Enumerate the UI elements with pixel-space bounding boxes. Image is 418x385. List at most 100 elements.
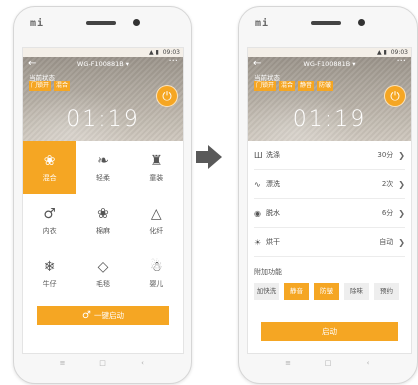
mode-tile-underwear[interactable]: ♂ 内衣 [23,194,76,247]
home-nav-icon[interactable]: □ [308,359,348,367]
speaker-grille [311,21,341,25]
jeans-icon: ❄ [43,259,56,275]
underwear-icon: ♂ [43,206,56,222]
mode-label: 轻柔 [95,174,110,182]
settings-row-rinse[interactable]: ∿ 漂洗 2次 ❯ [254,170,405,199]
mode-tile-gentle[interactable]: ❧ 轻柔 [76,141,129,194]
left-phone: mi ▲ ▮ 09:03 ← WG-F100881B ▾ ··· 当前状态 门锁… [13,6,192,384]
more-options-icon[interactable]: ··· [168,56,178,67]
mode-label: 棉麻 [95,227,110,235]
status-bar: ▲ ▮ 09:03 [23,48,183,57]
mode-label: 内衣 [42,227,57,235]
state-chip: 混合 [54,81,71,91]
menu-nav-icon[interactable]: ≡ [268,359,308,367]
additional-functions-title: 附加功能 [254,268,282,276]
setting-value: 30分 [377,151,394,159]
mode-label: 混合 [42,174,57,182]
header-panel: ← WG-F100881B ▾ ··· 当前状态 门锁开 混合 ⏻ 01:19 [23,56,183,141]
phone-top-bar: mi [14,7,191,37]
shirt-icon: ❀ [43,153,56,169]
state-chip: 混合 [279,81,296,91]
mode-tile-blanket[interactable]: ◇ 毛毯 [76,247,129,300]
mode-label: 化纤 [149,227,164,235]
chevron-right-icon: ❯ [398,179,405,189]
blanket-icon: ◇ [97,259,109,275]
state-chip: 门锁开 [29,81,52,91]
spin-icon: ◉ [254,208,261,218]
signal-icon: ▲ ▮ [376,49,387,56]
back-nav-icon[interactable]: ‹ [123,359,163,367]
mode-tile-synthetic[interactable]: △ 化纤 [130,194,183,247]
additional-options: 加快洗 静音 防皱 除味 预约 [254,283,405,300]
home-nav-icon[interactable]: □ [83,359,123,367]
mode-label: 婴儿 [149,280,164,288]
power-button[interactable]: ⏻ [384,85,406,107]
brand-logo: mi [30,18,45,29]
option-schedule[interactable]: 预约 [374,283,399,300]
front-camera [358,19,365,26]
app-screen: ▲ ▮ 09:03 ← WG-F100881B ▾ ··· 当前状态 门锁开 混… [247,47,412,354]
brand-logo: mi [255,18,270,29]
mode-tile-kids[interactable]: ♜ 童装 [130,141,183,194]
app-screen: ▲ ▮ 09:03 ← WG-F100881B ▾ ··· 当前状态 门锁开 混… [22,47,184,354]
system-navbar: ≡ □ ‹ [239,359,417,373]
device-selector[interactable]: WG-F100881B ▾ [23,60,183,68]
mode-tile-denim[interactable]: ❄ 牛仔 [23,247,76,300]
cycle-settings: Ш 洗涤 30分 ❯ ∿ 漂洗 2次 ❯ ◉ 脱水 6分 ❯ ☀ 烘干 自动 ❯… [248,141,411,341]
front-camera [133,19,140,26]
back-nav-icon[interactable]: ‹ [348,359,388,367]
settings-row-wash[interactable]: Ш 洗涤 30分 ❯ [254,141,405,170]
dry-sun-icon: ☀ [254,237,262,247]
state-chip: 静音 [298,81,315,91]
speaker-grille [86,21,116,25]
right-phone: mi ▲ ▮ 09:03 ← WG-F100881B ▾ ··· 当前状态 门锁… [238,6,418,384]
cotton-icon: ❀ [97,206,109,222]
signal-icon: ▲ ▮ [148,49,159,56]
mode-tile-baby[interactable]: ☃ 婴儿 [130,247,183,300]
menu-nav-icon[interactable]: ≡ [43,359,83,367]
setting-value: 自动 [379,238,394,246]
mode-label: 毛毯 [95,280,110,288]
start-button[interactable]: 启动 [261,322,398,341]
chevron-right-icon: ❯ [398,150,405,160]
status-time: 09:03 [390,49,408,56]
power-button[interactable]: ⏻ [156,85,178,107]
state-chips: 门锁开 混合 静音 防皱 [254,81,334,91]
state-chip: 门锁开 [254,81,277,91]
power-icon: ⏻ [162,89,172,103]
setting-value: 2次 [381,180,394,188]
phone-top-bar: mi [239,7,417,37]
mode-tile-cotton[interactable]: ❀ 棉麻 [76,194,129,247]
feather-icon: ❧ [97,153,109,169]
system-navbar: ≡ □ ‹ [14,359,191,373]
remaining-time: 01:19 [292,107,367,132]
header-panel: ← WG-F100881B ▾ ··· 当前状态 门锁开 混合 静音 防皱 ⏻ … [248,56,411,141]
option-quick-wash[interactable]: 加快洗 [254,283,279,300]
nav-row: ← WG-F100881B ▾ ··· [23,56,183,71]
chevron-right-icon: ❯ [398,208,405,218]
device-selector[interactable]: WG-F100881B ▾ [248,60,411,68]
mode-label: 牛仔 [42,280,57,288]
setting-label: 烘干 [266,238,280,246]
settings-row-dry[interactable]: ☀ 烘干 自动 ❯ [254,228,405,257]
nav-row: ← WG-F100881B ▾ ··· [248,56,411,71]
rinse-icon: ∿ [254,179,261,189]
one-key-start-button[interactable]: ♂ 一键启动 [37,306,169,325]
option-silent[interactable]: 静音 [284,283,309,300]
kids-clothes-icon: ♜ [150,153,163,169]
option-deodorize[interactable]: 除味 [344,283,369,300]
power-icon: ⏻ [390,89,400,103]
state-chip: 防皱 [317,81,334,91]
option-anti-wrinkle[interactable]: 防皱 [314,283,339,300]
settings-row-spin[interactable]: ◉ 脱水 6分 ❯ [254,199,405,228]
setting-label: 漂洗 [266,180,280,188]
wash-icon: Ш [254,150,263,160]
more-options-icon[interactable]: ··· [396,56,406,67]
state-chips: 门锁开 混合 [29,81,71,91]
power-swirl-icon: ♂ [82,310,91,321]
start-label: 一键启动 [93,311,124,320]
status-time: 09:03 [162,49,180,56]
synthetic-icon: △ [150,206,162,222]
mode-tile-mixed[interactable]: ❀ 混合 [23,141,77,194]
setting-label: 洗涤 [266,151,280,159]
